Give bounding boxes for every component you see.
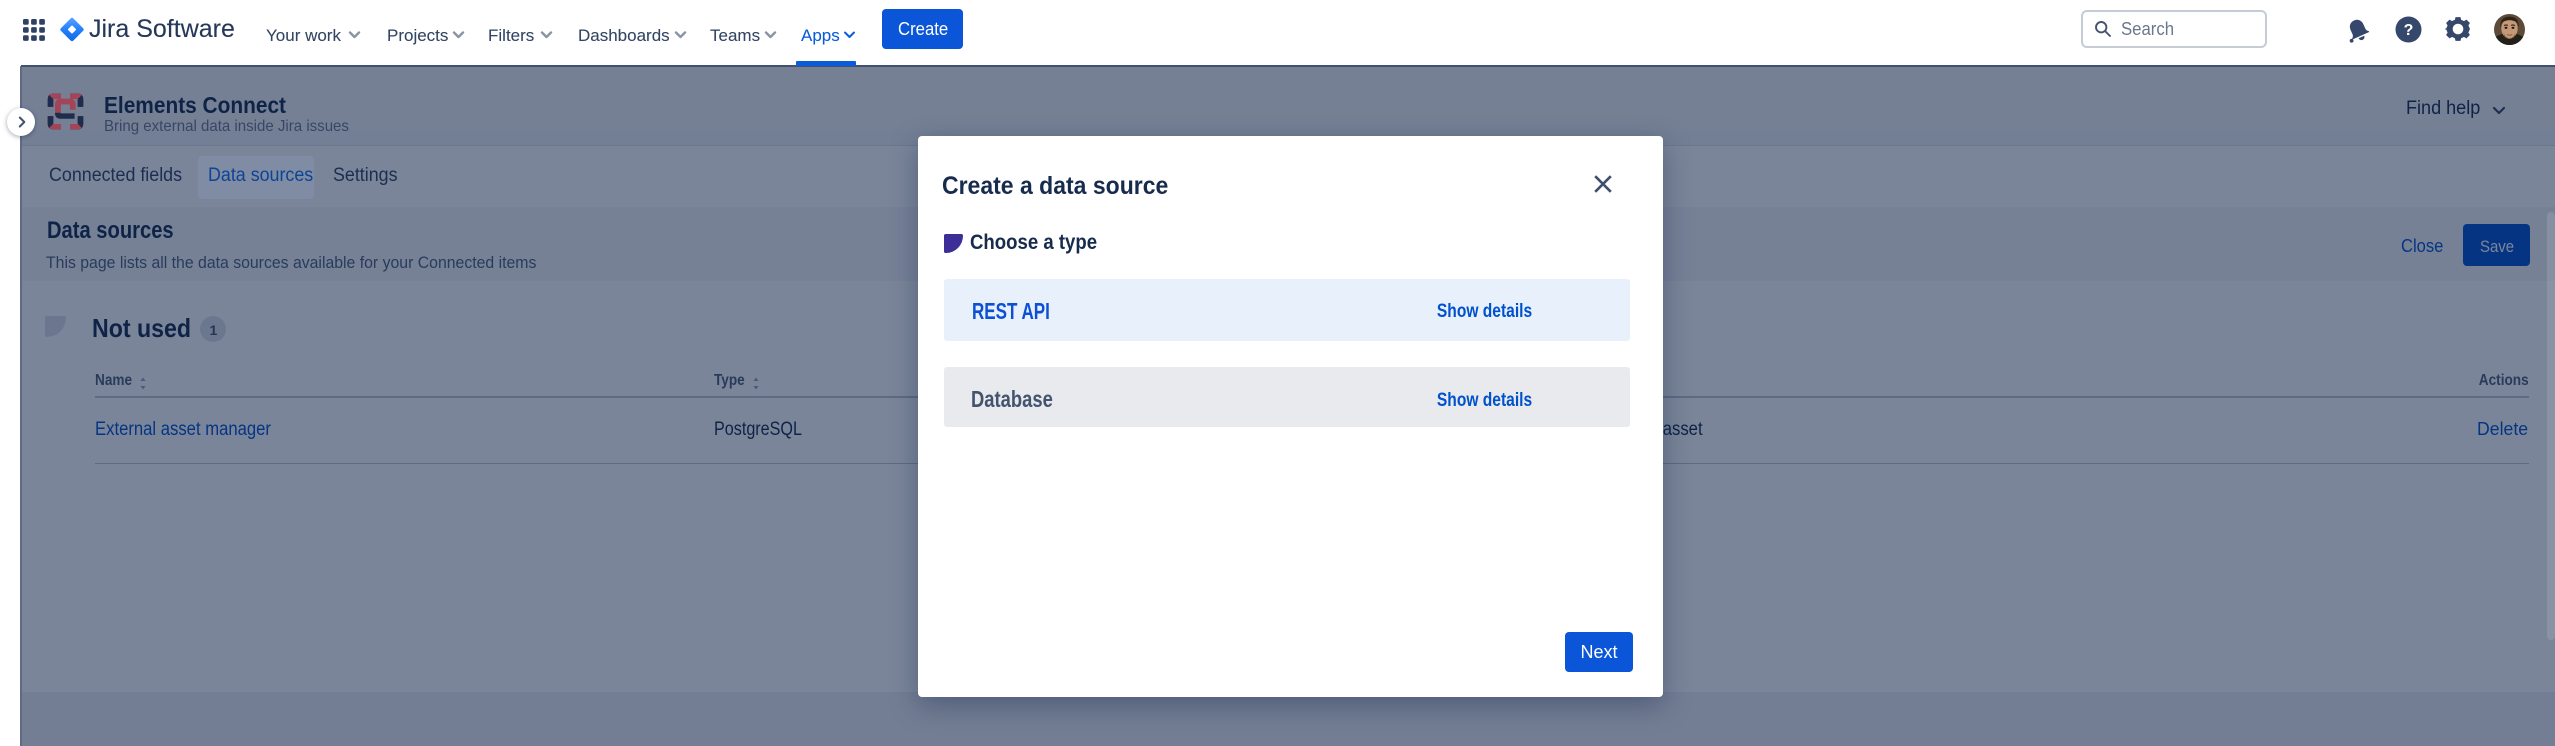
svg-text:?: ? [2404,22,2414,39]
